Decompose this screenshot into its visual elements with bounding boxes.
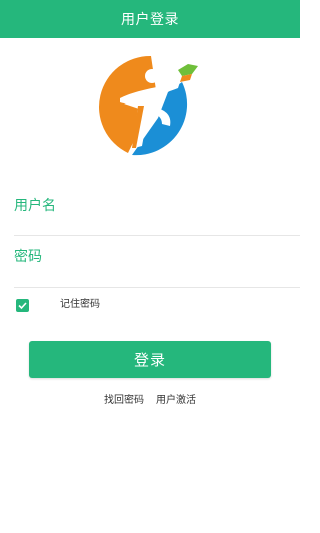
find-password-link[interactable]: 找回密码 [104, 391, 144, 406]
auxiliary-links: 找回密码 用户激活 [0, 391, 300, 406]
password-field[interactable]: 密码 [14, 236, 300, 276]
runner-book-logo-icon [96, 52, 206, 162]
password-label: 密码 [14, 249, 42, 265]
login-button[interactable]: 登录 [29, 341, 271, 378]
activate-user-link[interactable]: 用户激活 [156, 391, 196, 406]
checkmark-icon [18, 301, 27, 309]
username-field[interactable]: 用户名 [14, 185, 300, 225]
password-input[interactable] [64, 244, 288, 270]
remember-password-checkbox[interactable] [16, 298, 29, 312]
password-divider [14, 287, 300, 288]
username-label: 用户名 [14, 198, 56, 214]
page-title: 用户登录 [121, 12, 179, 28]
remember-password-option[interactable]: 记住密码 [16, 297, 100, 313]
title-bar: 用户登录 [0, 0, 300, 38]
remember-password-label: 记住密码 [60, 299, 100, 310]
login-screen: 用户登录 用户名 密码 记住密码 登录 找回密码 用户激活 [0, 0, 300, 533]
username-input[interactable] [64, 193, 288, 219]
